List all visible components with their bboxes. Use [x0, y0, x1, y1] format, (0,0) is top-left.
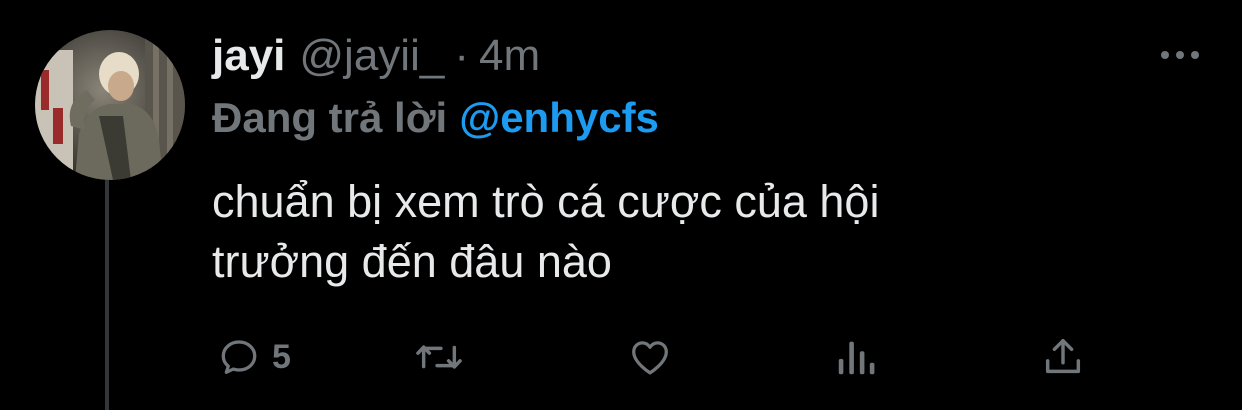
tweet-text-line: chuẩn bị xem trò cá cược của hội [212, 176, 880, 227]
speech-bubble-icon [221, 340, 257, 374]
user-handle[interactable]: @jayii_ [299, 28, 444, 84]
timestamp[interactable]: 4m [479, 28, 540, 84]
share-upload-icon [1045, 338, 1081, 374]
more-options-button[interactable] [1158, 40, 1202, 70]
reply-count: 5 [272, 337, 291, 376]
mention-link[interactable]: @enhycfs [459, 94, 659, 141]
avatar[interactable] [35, 30, 185, 180]
tweet-text-line: trưởng đến đâu nào [212, 236, 612, 287]
tweet-actions-bar: 5 [0, 330, 1242, 384]
separator-dot: · [454, 31, 469, 80]
profile-photo [35, 30, 185, 180]
like-button[interactable] [626, 330, 684, 384]
analytics-button[interactable] [834, 330, 878, 384]
tweet-header: jayi @jayii_ · 4m [212, 28, 540, 84]
reply-button[interactable]: 5 [216, 330, 291, 384]
retweet-icon [416, 345, 462, 369]
bar-chart-icon [838, 341, 875, 375]
share-button[interactable] [1040, 330, 1086, 384]
heart-icon [632, 341, 668, 375]
display-name[interactable]: jayi [212, 28, 285, 84]
ellipsis-icon [1161, 51, 1199, 59]
replying-to: Đang trả lời @enhycfs [212, 90, 659, 146]
replying-to-label: Đang trả lời [212, 94, 448, 141]
tweet-text: chuẩn bị xem trò cá cược của hội trưởng … [212, 172, 1192, 292]
retweet-button[interactable] [414, 330, 474, 384]
